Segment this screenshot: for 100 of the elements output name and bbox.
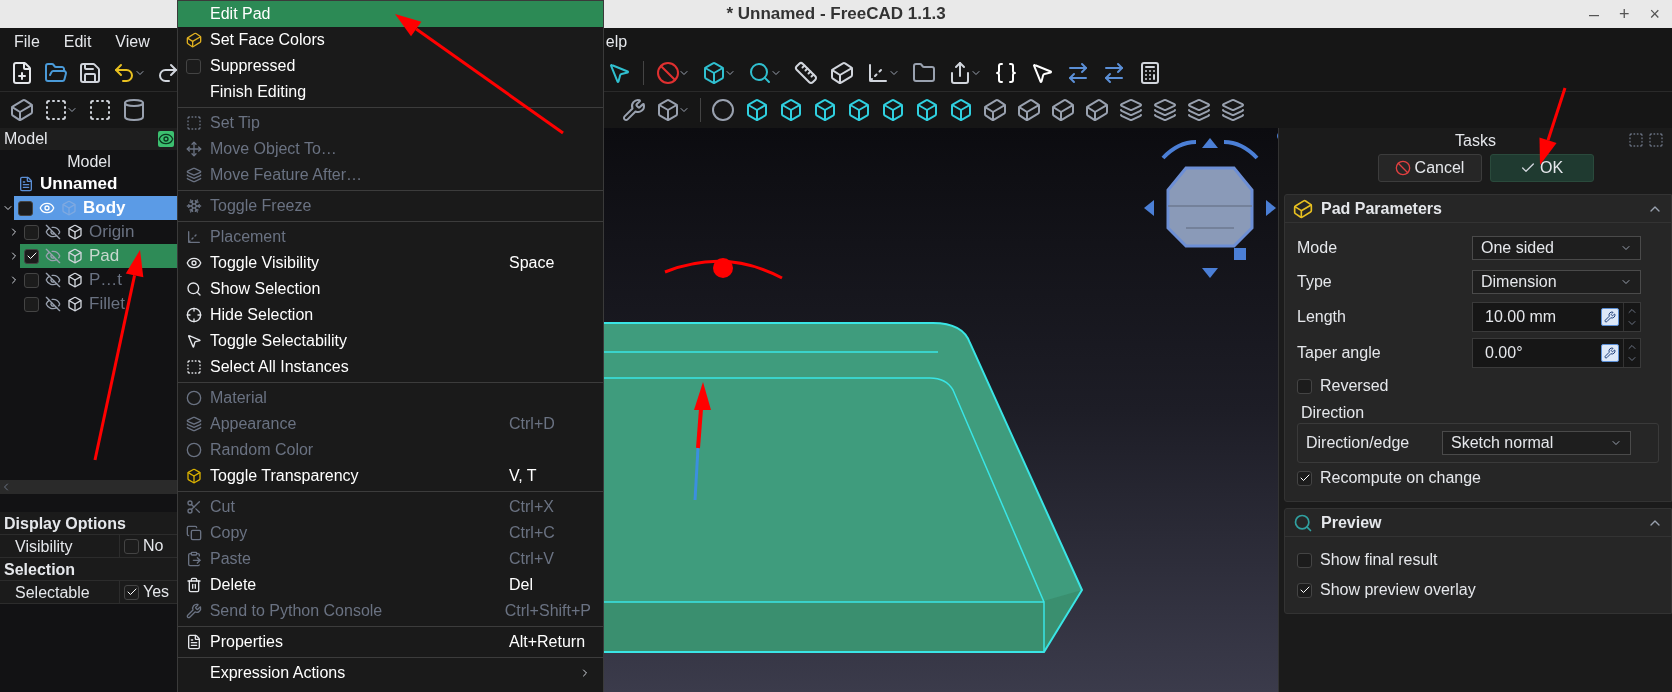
rotation-handle[interactable] <box>713 258 733 278</box>
toolbar-icon[interactable] <box>949 98 973 122</box>
toolbar-icon[interactable] <box>948 61 972 85</box>
menu-item[interactable]: Toggle Visibility Space <box>178 250 603 276</box>
toolbar-icon[interactable] <box>1051 98 1075 122</box>
toolbar-icon[interactable] <box>622 98 646 122</box>
toolbar-icon[interactable] <box>813 98 837 122</box>
toolbar-icon[interactable] <box>745 98 769 122</box>
toolbar-icon[interactable] <box>1085 98 1109 122</box>
eye-icon[interactable] <box>158 131 174 147</box>
checkbox[interactable] <box>18 200 33 216</box>
toolbar-icon[interactable] <box>881 98 905 122</box>
feature-icon <box>67 224 83 240</box>
menu-bar-item[interactable]: elp <box>605 29 628 54</box>
checkbox[interactable] <box>124 538 139 554</box>
toolbar-icon[interactable] <box>656 98 680 122</box>
ok-button[interactable]: OK <box>1489 154 1594 182</box>
toolbar-icon[interactable] <box>847 98 871 122</box>
toolbar-icon[interactable] <box>122 98 146 122</box>
spin-box[interactable]: 0.00° <box>1472 338 1641 368</box>
menu-item[interactable]: Finish Editing <box>178 79 603 105</box>
toolbar-icon[interactable] <box>1187 98 1211 122</box>
field-label: Mode <box>1297 238 1339 258</box>
menu-item[interactable]: Show Selection <box>178 276 603 302</box>
navigation-cube-drawing[interactable] <box>1144 131 1278 278</box>
menu-bar-item[interactable]: Edit <box>63 29 92 54</box>
toolbar-icon[interactable] <box>44 98 68 122</box>
tree-item[interactable]: Fillet <box>20 292 178 316</box>
toolbar-icon[interactable] <box>994 61 1018 85</box>
checkbox[interactable] <box>24 248 39 264</box>
menu-icon <box>186 468 202 484</box>
toolbar-icon[interactable] <box>1221 98 1245 122</box>
close-button[interactable]: × <box>1649 0 1660 28</box>
checkbox[interactable] <box>124 584 139 600</box>
toolbar-icon[interactable] <box>1153 98 1177 122</box>
dropdown[interactable]: One sided <box>1472 236 1641 260</box>
checkbox[interactable] <box>1297 582 1312 598</box>
horizontal-scrollbar[interactable] <box>0 480 178 494</box>
toolbar-icon[interactable] <box>1119 98 1143 122</box>
menu-item[interactable]: Suppressed <box>178 53 603 79</box>
property-value: Yes <box>143 582 170 602</box>
checkbox[interactable] <box>24 224 39 240</box>
rotation-arc-drawing[interactable] <box>664 259 783 280</box>
toolbar-icon[interactable] <box>983 98 1007 122</box>
toolbar-icon[interactable] <box>607 61 631 85</box>
menu-item[interactable]: Properties Alt+Return <box>178 629 603 655</box>
toolbar-icon[interactable] <box>748 61 772 85</box>
menu-item[interactable]: Set Face Colors <box>178 27 603 53</box>
tree-item[interactable]: Unnamed <box>14 172 178 196</box>
check-icon <box>1298 472 1311 484</box>
menu-bar-item[interactable]: View <box>115 29 150 54</box>
toolbar-icon[interactable] <box>78 61 102 85</box>
menu-item[interactable]: Hide Selection <box>178 302 603 328</box>
menu-item[interactable]: Delete Del <box>178 572 603 598</box>
menu-item[interactable]: Toggle Selectability <box>178 328 603 354</box>
eye-icon[interactable] <box>39 200 55 216</box>
property-group[interactable]: Selection <box>0 558 178 580</box>
toolbar-icon[interactable] <box>88 98 112 122</box>
eye-off-icon[interactable] <box>45 296 61 312</box>
dropdown[interactable]: Dimension <box>1472 270 1641 294</box>
item-label: Fillet <box>89 293 125 316</box>
menu-bar-item[interactable]: File <box>14 29 40 54</box>
menu-item[interactable]: Select All Instances <box>178 354 603 380</box>
minimize-button[interactable]: – <box>1588 0 1599 28</box>
toolbar-icon[interactable] <box>156 61 180 85</box>
menu-item[interactable]: Edit Pad <box>178 1 603 27</box>
checkbox[interactable] <box>24 296 39 312</box>
checkbox[interactable] <box>1297 552 1312 568</box>
section-header[interactable]: Preview <box>1285 509 1671 537</box>
eye-off-icon[interactable] <box>45 272 61 288</box>
toolbar-icon[interactable] <box>1030 61 1054 85</box>
section-header[interactable]: Pad Parameters <box>1285 195 1671 223</box>
menu-icon <box>186 198 202 214</box>
toolbar-icon[interactable] <box>779 98 803 122</box>
toolbar-icon[interactable] <box>112 61 136 85</box>
menu-item[interactable]: Expression Actions <box>178 660 603 686</box>
toolbar-icon[interactable] <box>10 98 34 122</box>
dropdown[interactable]: Sketch normal <box>1442 431 1631 455</box>
toolbar-icon[interactable] <box>866 61 890 85</box>
toolbar-icon[interactable] <box>44 61 68 85</box>
menu-item[interactable]: Toggle Transparency V, T <box>178 463 603 489</box>
maximize-button[interactable]: + <box>1618 0 1630 28</box>
property-group[interactable]: Display Options <box>0 512 178 534</box>
toolbar-icon[interactable] <box>702 61 726 85</box>
spin-box[interactable]: 10.00 mm <box>1472 302 1641 332</box>
tree-item[interactable]: P…t <box>20 268 178 292</box>
toolbar-icon[interactable] <box>915 98 939 122</box>
toolbar-icon[interactable] <box>1138 61 1162 85</box>
tree-item[interactable]: Origin <box>20 220 178 244</box>
toolbar-icon[interactable] <box>912 61 936 85</box>
toolbar-icon[interactable] <box>1017 98 1041 122</box>
checkbox[interactable] <box>1297 378 1312 394</box>
toolbar-icon[interactable] <box>10 61 34 85</box>
toolbar-icon[interactable] <box>711 98 735 122</box>
checkbox-label: Recompute on change <box>1320 468 1481 488</box>
cancel-button[interactable]: Cancel <box>1377 154 1482 182</box>
checkbox[interactable] <box>24 272 39 288</box>
checkbox[interactable] <box>186 58 201 74</box>
checkbox[interactable] <box>1297 470 1312 486</box>
eye-off-icon[interactable] <box>45 224 61 240</box>
